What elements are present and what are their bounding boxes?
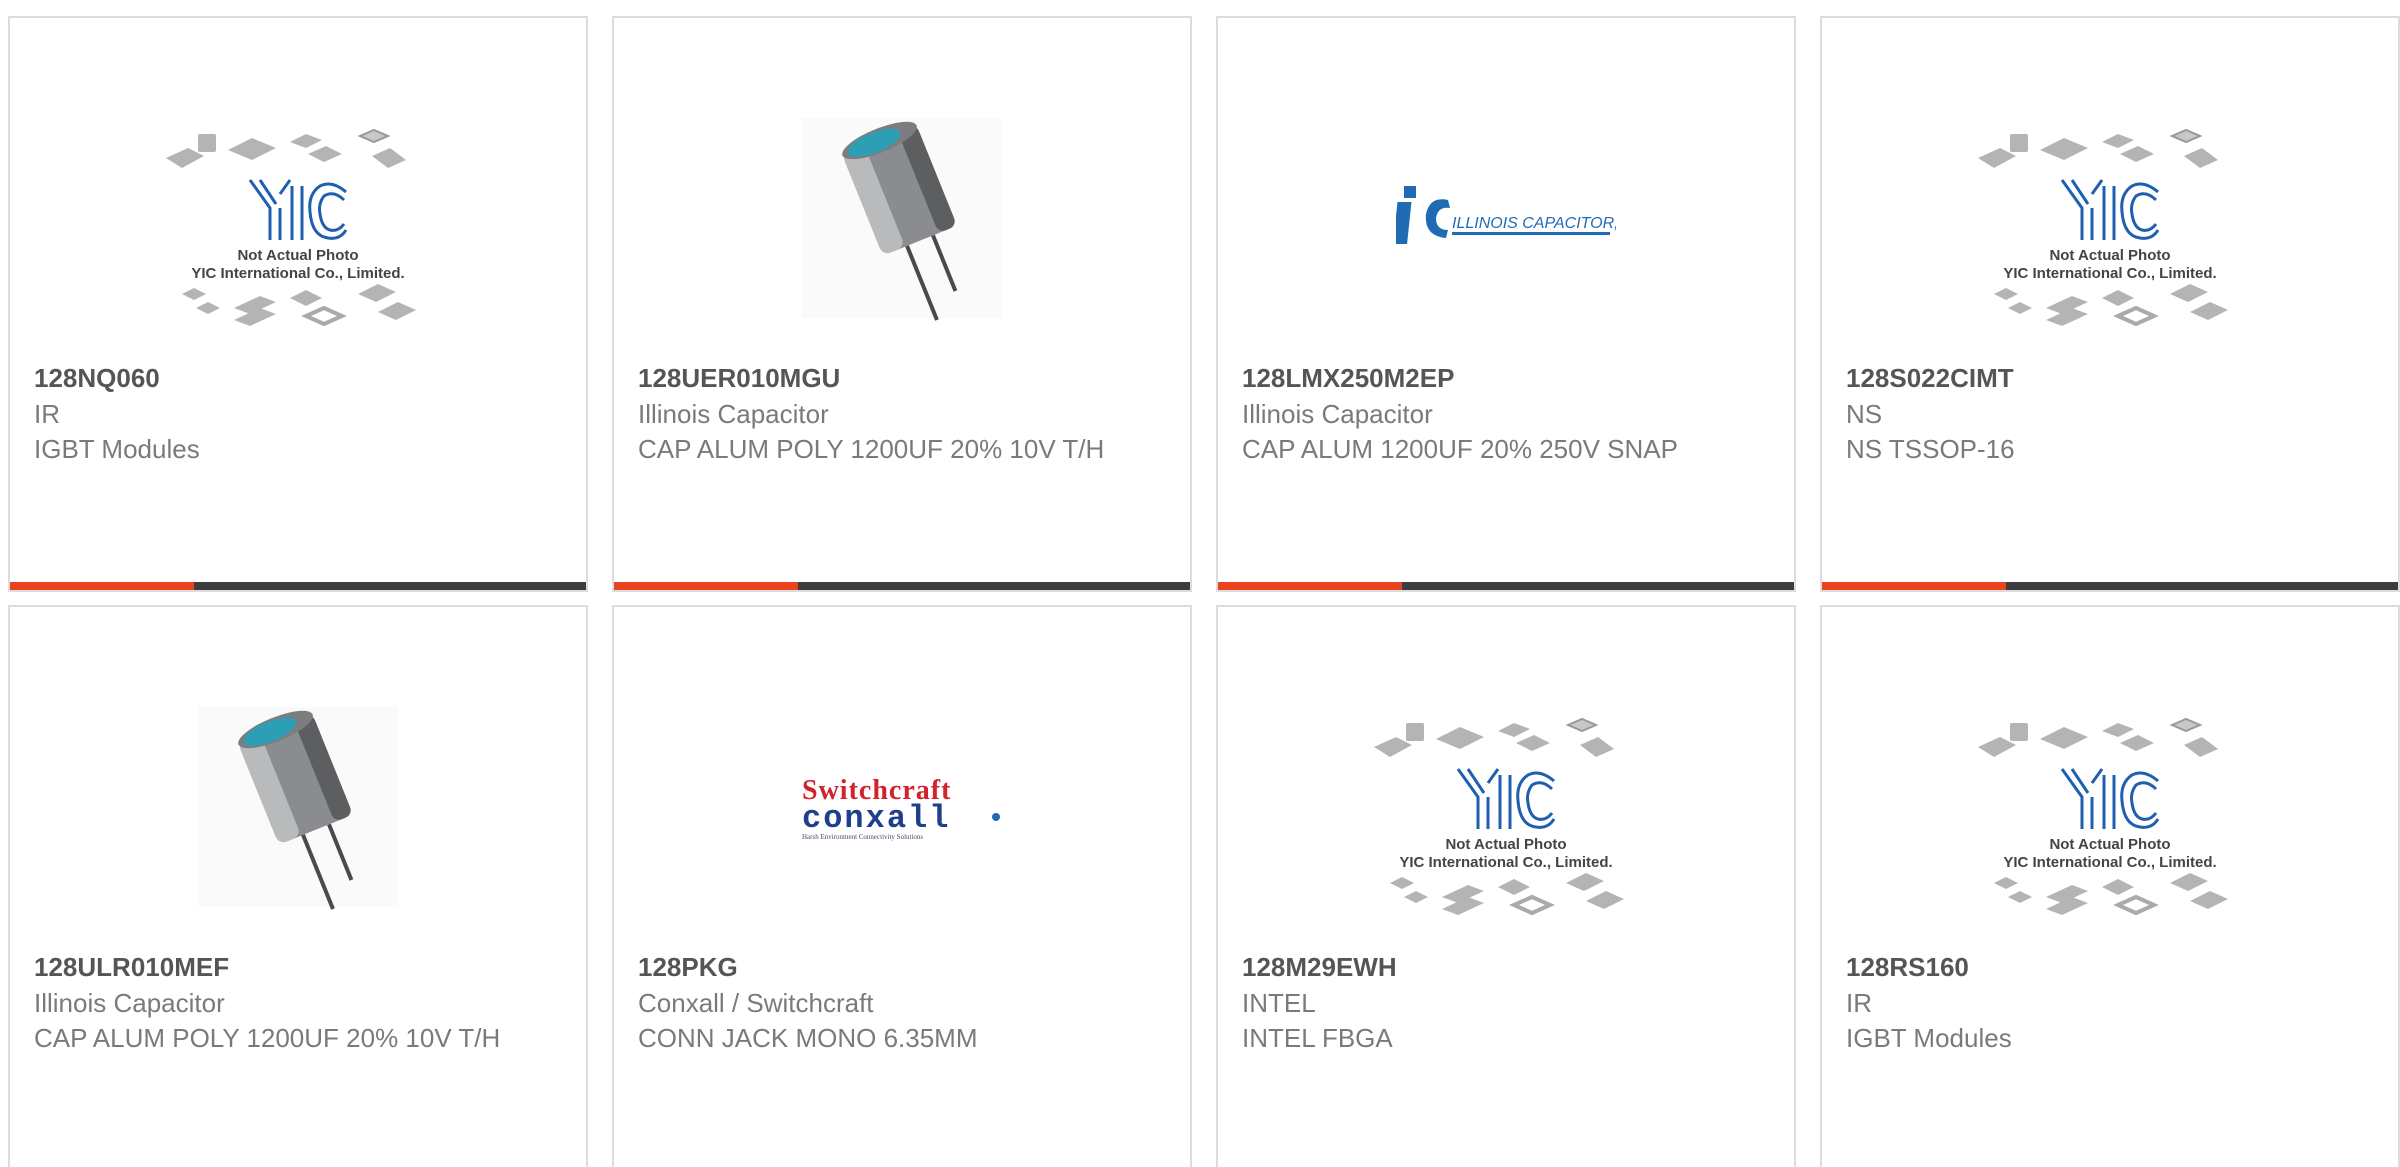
product-card[interactable]: Not Actual Photo YIC International Co., … <box>1820 605 2400 1167</box>
placeholder-line2: YIC International Co., Limited. <box>2003 265 2216 282</box>
illinois-capacitor-logo: ILLINOIS CAPACITOR, INC. <box>1396 186 1616 244</box>
part-number[interactable]: 128S022CIMT <box>1846 360 2346 396</box>
description: CAP ALUM 1200UF 20% 250V SNAP <box>1242 434 1678 464</box>
progress-fill <box>1218 582 1403 590</box>
placeholder-line1: Not Actual Photo <box>2049 247 2170 264</box>
description: CAP ALUM POLY 1200UF 20% 10V T/H <box>638 434 1105 464</box>
description: INTEL FBGA <box>1242 1023 1393 1053</box>
placeholder-line1: Not Actual Photo <box>2049 836 2170 853</box>
description: CAP ALUM POLY 1200UF 20% 10V T/H <box>34 1023 501 1053</box>
yic-placeholder-image: Not Actual Photo YIC International Co., … <box>1374 717 1624 916</box>
manufacturer: IR <box>1846 988 1872 1018</box>
part-number[interactable]: 128RS160 <box>1846 949 2346 985</box>
progress-bar <box>10 582 586 590</box>
capacitor-photo <box>198 707 398 910</box>
conxall-tagline: Harsh Environment Connectivity Solutions <box>802 833 923 841</box>
progress-bar <box>1218 582 1794 590</box>
product-card[interactable]: Not Actual Photo YIC International Co., … <box>8 16 588 592</box>
yic-placeholder-image: Not Actual Photo YIC International Co., … <box>1978 717 2228 916</box>
product-image[interactable]: ILLINOIS CAPACITOR, INC. <box>1218 78 1794 358</box>
product-card[interactable]: 128ULR010MEF Illinois Capacitor CAP ALUM… <box>8 605 588 1167</box>
manufacturer: IR <box>34 399 60 429</box>
manufacturer: Illinois Capacitor <box>34 988 225 1018</box>
product-card[interactable]: Switchcraft conxall Harsh Environment Co… <box>612 605 1192 1167</box>
product-image[interactable]: Not Actual Photo YIC International Co., … <box>1822 667 2398 947</box>
part-number[interactable]: 128NQ060 <box>34 360 534 396</box>
progress-fill <box>10 582 195 590</box>
manufacturer: Illinois Capacitor <box>638 399 829 429</box>
part-number[interactable]: 128PKG <box>638 949 1138 985</box>
part-number[interactable]: 128UER010MGU <box>638 360 1138 396</box>
manufacturer: NS <box>1846 399 1883 429</box>
capacitor-photo <box>802 118 1002 321</box>
product-card[interactable]: Not Actual Photo YIC International Co., … <box>1216 605 1796 1167</box>
product-image[interactable] <box>10 667 586 947</box>
switchcraft-conxall-logo: Switchcraft conxall Harsh Environment Co… <box>802 775 1000 841</box>
yic-placeholder-image: Not Actual Photo YIC International Co., … <box>1978 128 2228 327</box>
placeholder-line1: Not Actual Photo <box>237 247 358 264</box>
progress-fill <box>1822 582 2007 590</box>
part-number[interactable]: 128ULR010MEF <box>34 949 534 985</box>
placeholder-line2: YIC International Co., Limited. <box>191 265 404 282</box>
placeholder-line2: YIC International Co., Limited. <box>2003 854 2216 871</box>
progress-bar <box>1822 582 2398 590</box>
description: IGBT Modules <box>1846 1023 2012 1053</box>
product-card[interactable]: ILLINOIS CAPACITOR, INC. 128LMX250M2EP I… <box>1216 16 1796 592</box>
product-image[interactable]: Not Actual Photo YIC International Co., … <box>1218 667 1794 947</box>
progress-bar <box>614 582 1190 590</box>
placeholder-line2: YIC International Co., Limited. <box>1399 854 1612 871</box>
conxall-logo-text: conxall <box>802 800 950 837</box>
manufacturer: Conxall / Switchcraft <box>638 988 874 1018</box>
product-image[interactable] <box>614 78 1190 358</box>
part-number[interactable]: 128M29EWH <box>1242 949 1742 985</box>
description: IGBT Modules <box>34 434 200 464</box>
description: CONN JACK MONO 6.35MM <box>638 1023 978 1053</box>
progress-fill <box>614 582 799 590</box>
description: NS TSSOP-16 <box>1846 434 2015 464</box>
product-image[interactable]: Switchcraft conxall Harsh Environment Co… <box>614 667 1190 947</box>
yic-placeholder-image: Not Actual Photo YIC International Co., … <box>166 128 416 327</box>
manufacturer: INTEL <box>1242 988 1316 1018</box>
product-card[interactable]: 128UER010MGU Illinois Capacitor CAP ALUM… <box>612 16 1192 592</box>
placeholder-line1: Not Actual Photo <box>1445 836 1566 853</box>
product-image[interactable]: Not Actual Photo YIC International Co., … <box>1822 78 2398 358</box>
illinois-logo-text: ILLINOIS CAPACITOR, INC. <box>1452 215 1616 232</box>
product-image[interactable]: Not Actual Photo YIC International Co., … <box>10 78 586 358</box>
manufacturer: Illinois Capacitor <box>1242 399 1433 429</box>
part-number[interactable]: 128LMX250M2EP <box>1242 360 1742 396</box>
product-grid: Not Actual Photo YIC International Co., … <box>0 0 2400 1167</box>
product-card[interactable]: Not Actual Photo YIC International Co., … <box>1820 16 2400 592</box>
